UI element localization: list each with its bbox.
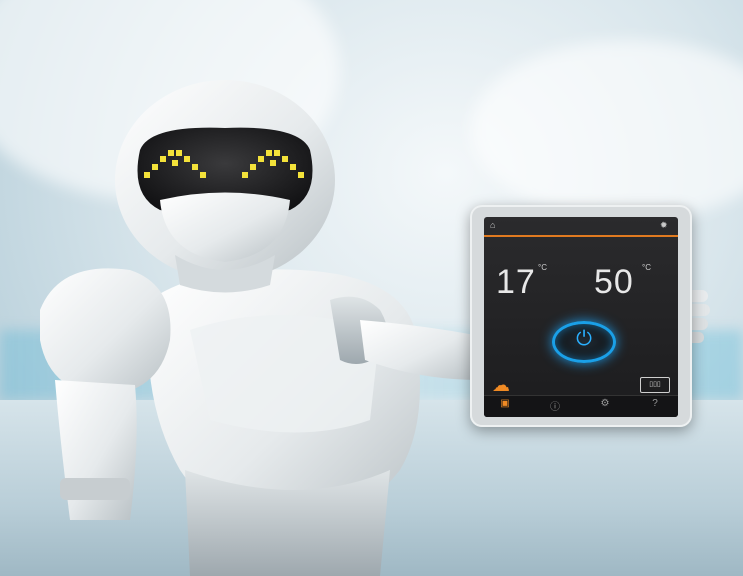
tab-bar: ▣ ⓘ ⚙ ?: [484, 395, 678, 417]
temp-left-unit: °C: [538, 263, 547, 272]
weather-icon: ☁: [492, 375, 510, 395]
wifi-icon: ⌂: [490, 220, 496, 230]
tab-settings[interactable]: ⚙: [590, 398, 620, 409]
scene: ⌂ ✹ 17 °C 50 °C ⏻ ☁ ▯▯▯ ▣ ⓘ ⚙ ?: [0, 0, 743, 576]
robot-left-shoulder: [40, 268, 171, 395]
temp-right-unit: °C: [642, 263, 651, 272]
settings-icon[interactable]: ✹: [660, 220, 668, 231]
robot-left-joint: [60, 478, 130, 500]
temp-left-value: 17: [496, 263, 536, 301]
status-bar: ⌂ ✹: [484, 217, 678, 237]
power-icon: ⏻: [576, 328, 592, 350]
tab-home[interactable]: ▣: [490, 398, 520, 409]
tab-help[interactable]: ?: [640, 398, 670, 409]
power-button[interactable]: ⏻: [552, 321, 616, 363]
tab-info[interactable]: ⓘ: [540, 398, 570, 413]
temp-right-value: 50: [594, 263, 634, 301]
tablet-screen: ⌂ ✹ 17 °C 50 °C ⏻ ☁ ▯▯▯ ▣ ⓘ ⚙ ?: [484, 217, 678, 417]
tablet: ⌂ ✹ 17 °C 50 °C ⏻ ☁ ▯▯▯ ▣ ⓘ ⚙ ?: [470, 205, 692, 427]
heater-icon: ▯▯▯: [640, 377, 670, 393]
